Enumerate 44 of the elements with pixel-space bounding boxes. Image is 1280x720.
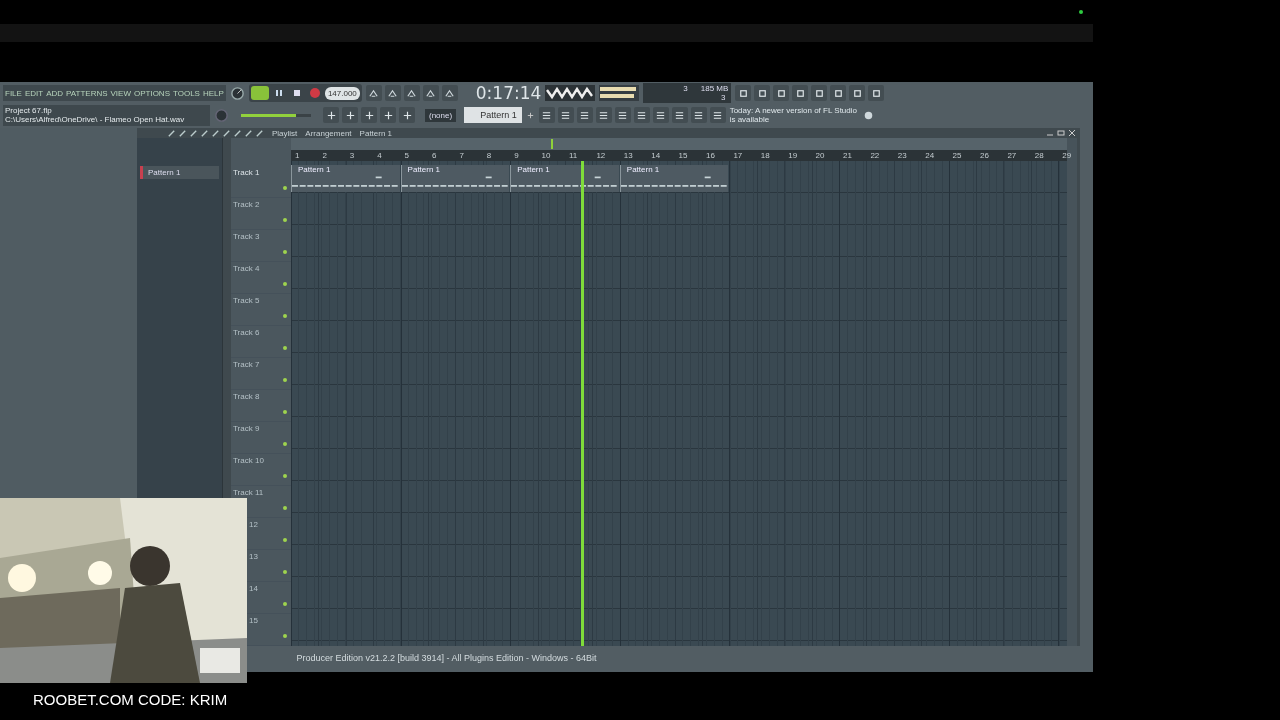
channel-selector[interactable]: (none) [425, 108, 457, 122]
menu-item[interactable]: FILE [5, 88, 22, 98]
pattern-item[interactable]: Pattern 1 [140, 166, 219, 179]
polyphony-count: 3 [720, 93, 726, 102]
track-name[interactable]: Track 5 [233, 296, 260, 305]
project-name: Project 67.flp [5, 106, 53, 115]
menu-item[interactable]: PATTERNS [66, 88, 108, 98]
pattern-clip[interactable]: Pattern 1 [619, 165, 729, 192]
track-name[interactable]: 14 [249, 584, 258, 593]
track-name[interactable]: 13 [249, 552, 258, 561]
track-name[interactable]: Track 10 [233, 456, 264, 465]
menu-item[interactable]: EDIT [24, 88, 44, 98]
track-name[interactable]: Track 6 [233, 328, 260, 337]
menu-item[interactable]: OPTIONS [133, 88, 170, 98]
pattern-clip[interactable]: Pattern 1 [510, 165, 619, 192]
time-display: 0:17:14 [475, 83, 542, 103]
track-name[interactable]: Track 1 [233, 168, 260, 177]
breadcrumb-item[interactable]: Pattern 1 [359, 128, 393, 138]
track-name[interactable]: Track 2 [233, 200, 260, 209]
breadcrumb-item[interactable]: Arrangement [305, 128, 352, 138]
menu-item[interactable]: HELP [202, 88, 224, 98]
voices-count: 3 [683, 84, 688, 93]
file-path: C:\Users\Alfred\OneDrive\ - Flameo Open Hat.wav [5, 115, 186, 124]
caption-text: ROOBET.COM CODE: KRIM [33, 691, 228, 708]
pattern-clip[interactable]: Pattern 1 [291, 165, 400, 192]
track-name[interactable]: Track 7 [233, 360, 260, 369]
track-name[interactable]: 15 [249, 616, 258, 625]
track-name[interactable]: Track 8 [233, 392, 260, 401]
breadcrumb-item[interactable]: Playlist [272, 128, 298, 138]
menu-item[interactable]: TOOLS [173, 88, 200, 98]
track-name[interactable]: Track 3 [233, 232, 260, 241]
playlist-grid[interactable]: Pattern 1 Pattern 1 Pattern 1 Pattern 1 [291, 161, 1067, 646]
memory-readout: 185 MB [700, 84, 729, 93]
pattern-selector[interactable]: Pattern 1 [464, 107, 522, 123]
track-name[interactable]: 12 [249, 520, 258, 529]
menu-item[interactable]: VIEW [110, 88, 131, 98]
menu-item[interactable]: ADD [46, 88, 64, 98]
track-name[interactable]: Track 4 [233, 264, 260, 273]
tempo-display[interactable]: 147.000 [324, 86, 360, 100]
pattern-clip[interactable]: Pattern 1 [400, 165, 510, 192]
status-text: Producer Edition v21.2.2 [build 3914] - All Plugins Edition - Windows - 64Bit [295, 652, 598, 665]
track-name[interactable]: Track 9 [233, 424, 260, 433]
hint-text: Today: A newer version of FL Studio is available [729, 106, 858, 124]
track-name[interactable]: Track 11 [233, 488, 264, 497]
